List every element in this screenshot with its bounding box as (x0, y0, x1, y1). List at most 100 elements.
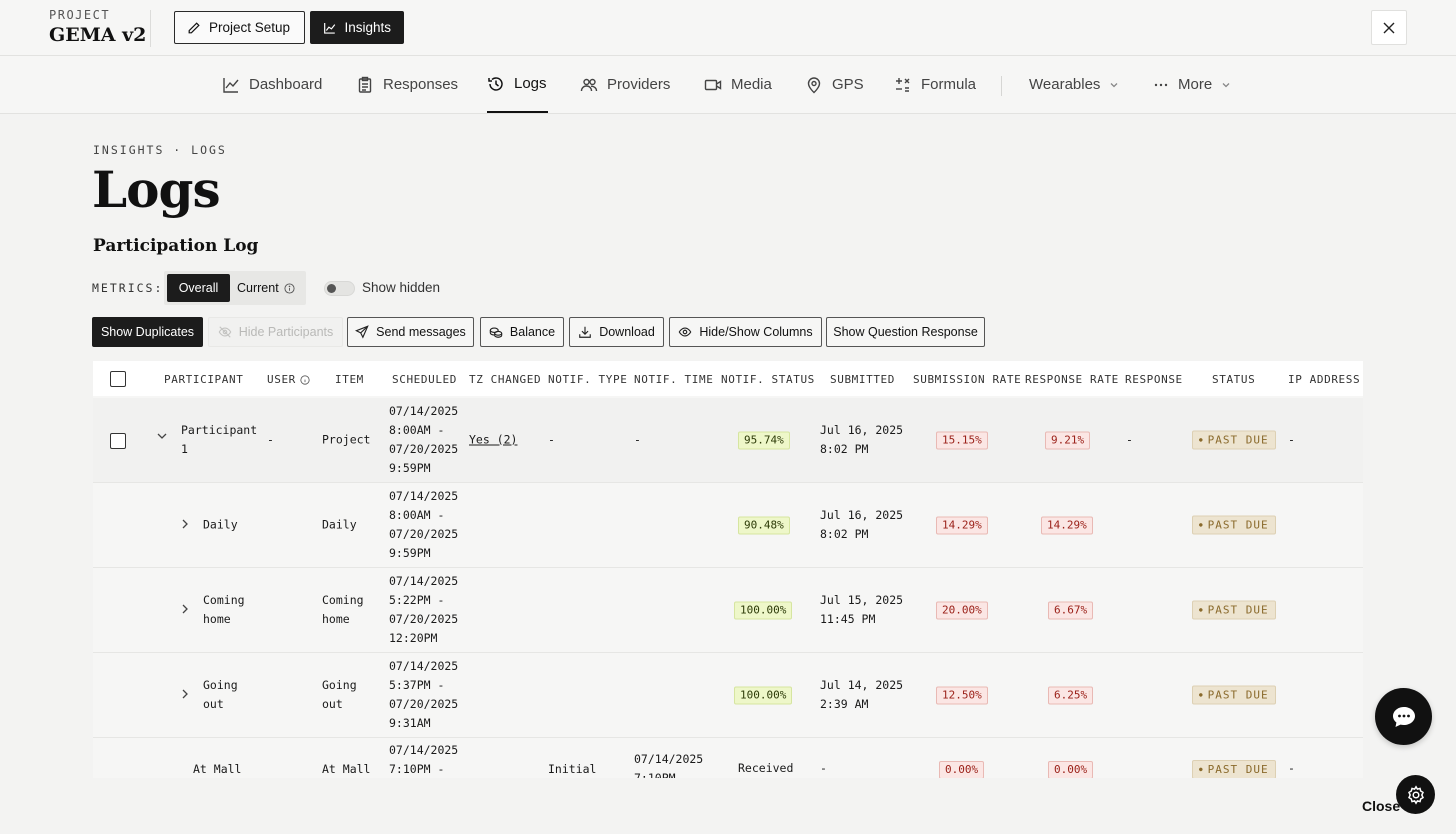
col-submitted[interactable]: SUBMITTED (830, 373, 895, 386)
participant-cell: Daily (203, 517, 238, 532)
submission-rate-pill: 14.29% (936, 516, 988, 535)
table-row[interactable]: Going out Going out 07/14/2025 5:37PM - … (93, 653, 1363, 738)
status-badge: PAST DUE (1192, 515, 1276, 535)
item-cell: Coming home (322, 593, 364, 626)
users-icon (580, 78, 598, 91)
notif-status-pill: 100.00% (734, 601, 793, 620)
submitted-cell: Jul 16, 2025 8:02 PM (820, 508, 904, 541)
close-icon[interactable] (1371, 10, 1407, 45)
response-rate-pill: 9.21% (1045, 431, 1091, 450)
tz-changed-link[interactable]: Yes (2) (469, 431, 517, 450)
tab-more[interactable]: More (1153, 56, 1231, 113)
show-question-response-button[interactable]: Show Question Response (826, 317, 985, 347)
col-response-rate[interactable]: RESPONSE RATE (1025, 373, 1119, 386)
item-cell: At Mall (322, 762, 371, 776)
notif-time-cell: - (634, 432, 641, 447)
chevron-right-icon[interactable] (179, 688, 191, 704)
tab-formula[interactable]: Formula (894, 56, 976, 113)
send-icon (355, 325, 369, 339)
submitted-cell: - (820, 761, 827, 775)
chat-button[interactable] (1375, 688, 1432, 745)
response-cell: - (1126, 432, 1133, 447)
response-rate-pill: 6.67% (1048, 601, 1094, 620)
ip-address-cell: - (1288, 761, 1295, 775)
ellipsis-icon (1154, 83, 1168, 86)
col-submission-rate[interactable]: SUBMISSION RATE (913, 373, 1021, 386)
info-icon (284, 282, 295, 294)
toggle-knob (327, 284, 336, 293)
col-user[interactable]: USER (267, 373, 310, 386)
table-row[interactable]: Participant 1 - Project 07/14/2025 8:00A… (93, 398, 1363, 483)
hide-show-columns-button[interactable]: Hide/Show Columns (669, 317, 822, 347)
col-item[interactable]: ITEM (335, 373, 364, 386)
col-scheduled[interactable]: SCHEDULED (392, 373, 457, 386)
chevron-right-icon[interactable] (179, 603, 191, 619)
status-badge: PAST DUE (1192, 685, 1276, 705)
scheduled-cell: 07/14/2025 8:00AM - 07/20/2025 9:59PM (389, 404, 459, 475)
col-notif-type[interactable]: NOTIF. TYPE (548, 373, 627, 386)
col-notif-time[interactable]: NOTIF. TIME (634, 373, 713, 386)
table-row[interactable]: Coming home Coming home 07/14/2025 5:22P… (93, 568, 1363, 653)
tab-logs[interactable]: Logs (487, 56, 548, 113)
col-ip-address[interactable]: IP ADDRESS (1288, 373, 1360, 386)
submitted-cell: Jul 15, 2025 11:45 PM (820, 593, 904, 626)
submission-rate-pill: 0.00% (939, 761, 985, 778)
col-tz-changed[interactable]: TZ CHANGED (469, 373, 541, 386)
chevron-down-icon[interactable] (156, 430, 168, 446)
page-title: Logs (92, 160, 221, 219)
participant-cell: Going out (203, 678, 238, 711)
close-button[interactable]: Close (1362, 798, 1400, 814)
table-row[interactable]: At Mall At Mall 07/14/2025 7:10PM - Init… (93, 738, 1363, 778)
tab-gps[interactable]: GPS (805, 56, 864, 113)
participant-cell: Participant 1 (181, 423, 258, 456)
notif-status-pill: 90.48% (738, 516, 790, 535)
hide-participants-button[interactable]: Hide Participants (208, 317, 343, 347)
insights-button[interactable]: Insights (310, 11, 404, 44)
scheduled-cell: 07/14/2025 5:22PM - 07/20/2025 12:20PM (389, 574, 459, 645)
row-checkbox[interactable] (110, 433, 126, 449)
tab-responses[interactable]: Responses (356, 56, 458, 113)
notif-status-cell: Received (738, 761, 794, 775)
status-badge: PAST DUE (1192, 430, 1276, 450)
send-messages-button[interactable]: Send messages (347, 317, 474, 347)
ip-address-cell: - (1288, 432, 1295, 447)
notif-type-cell: - (548, 432, 555, 447)
col-notif-status[interactable]: NOTIF. STATUS (721, 373, 815, 386)
divider (150, 10, 151, 47)
project-name: GEMA v2 (49, 24, 147, 46)
nav-divider (1001, 76, 1002, 96)
tab-media[interactable]: Media (704, 56, 772, 113)
status-badge: PAST DUE (1192, 600, 1276, 620)
breadcrumb: INSIGHTS · LOGS (93, 143, 227, 157)
show-hidden-label: Show hidden (362, 280, 441, 295)
section-title: Participation Log (93, 236, 259, 256)
balance-button[interactable]: Balance (480, 317, 564, 347)
clipboard-icon (358, 76, 372, 93)
tab-wearables[interactable]: Wearables (1029, 56, 1119, 113)
download-icon (579, 326, 592, 338)
chat-bubble-icon (1392, 706, 1415, 727)
participant-cell: At Mall (193, 762, 242, 776)
col-participant[interactable]: PARTICIPANT (164, 373, 243, 386)
gear-icon[interactable] (1396, 775, 1435, 814)
col-status[interactable]: STATUS (1212, 373, 1255, 386)
notif-status-pill: 95.74% (738, 431, 790, 450)
top-bar: PROJECT GEMA v2 Project Setup Insights (0, 0, 1456, 56)
participant-cell: Coming home (203, 593, 245, 626)
metrics-current-option[interactable]: Current (237, 274, 295, 302)
tab-dashboard[interactable]: Dashboard (222, 56, 322, 113)
metrics-overall-option[interactable]: Overall (167, 274, 230, 302)
download-button[interactable]: Download (569, 317, 664, 347)
chevron-right-icon[interactable] (179, 518, 191, 534)
project-setup-button[interactable]: Project Setup (174, 11, 305, 44)
col-response[interactable]: RESPONSE (1125, 373, 1183, 386)
notif-time-cell: 07/14/2025 7:10PM (634, 752, 704, 778)
show-hidden-toggle[interactable] (324, 281, 355, 296)
item-cell: Going out (322, 678, 357, 711)
tab-providers[interactable]: Providers (580, 56, 670, 113)
select-all-checkbox[interactable] (110, 371, 126, 387)
table-row[interactable]: Daily Daily 07/14/2025 8:00AM - 07/20/20… (93, 483, 1363, 568)
show-duplicates-button[interactable]: Show Duplicates (92, 317, 203, 347)
chart-line-icon (324, 22, 336, 34)
scheduled-cell: 07/14/2025 8:00AM - 07/20/2025 9:59PM (389, 489, 459, 560)
